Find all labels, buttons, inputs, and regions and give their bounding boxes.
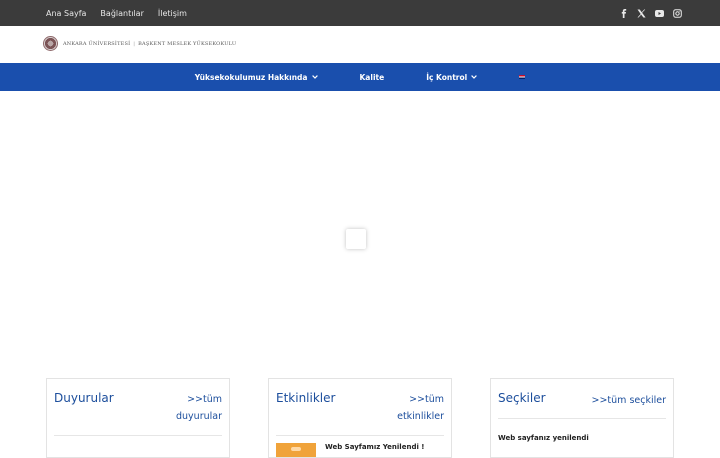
main-nav: Yüksekokulumuz Hakkında Kalite İç Kontro… bbox=[0, 63, 720, 91]
chevron-down-icon bbox=[311, 75, 318, 79]
all-announcements-line1: >>tüm bbox=[187, 394, 222, 405]
logo-bar: ANKARA ÜNİVERSİTESİ | BAŞKENT MESLEK YÜKSE… bbox=[0, 26, 720, 63]
announcements-card: Duyurular >>tüm duyurular bbox=[46, 378, 230, 458]
event-date-mark-icon bbox=[291, 447, 301, 451]
all-announcements-link[interactable]: >>tüm duyurular bbox=[176, 391, 222, 425]
chevron-down-icon bbox=[471, 75, 478, 79]
uk-flag-icon bbox=[519, 75, 526, 79]
hero-slider bbox=[0, 91, 720, 371]
nav-item-quality-label: Kalite bbox=[359, 72, 385, 82]
nav-item-internal-control[interactable]: İç Kontrol bbox=[426, 72, 478, 82]
x-twitter-icon[interactable] bbox=[637, 9, 646, 18]
card-divider bbox=[498, 418, 666, 419]
instagram-icon[interactable] bbox=[673, 8, 682, 18]
logo-separator-icon: | bbox=[133, 40, 136, 47]
youtube-icon[interactable] bbox=[655, 9, 664, 18]
top-link-home[interactable]: Ana Sayfa bbox=[46, 9, 86, 18]
all-picks-link[interactable]: >>tüm seçkiler bbox=[592, 392, 667, 409]
top-link-contact[interactable]: İletişim bbox=[158, 9, 187, 18]
all-events-link[interactable]: >>tüm etkinlikler bbox=[397, 391, 444, 425]
social-links bbox=[619, 0, 682, 26]
top-link-links[interactable]: Bağlantılar bbox=[100, 9, 143, 18]
loading-spinner-icon bbox=[346, 229, 366, 249]
picks-card: Seçkiler >>tüm seçkiler Web sayfanız yen… bbox=[490, 378, 674, 458]
nav-item-about-label: Yüksekokulumuz Hakkında bbox=[194, 72, 308, 82]
logo-school: BAŞKENT MESLEK YÜKSEKOKULU bbox=[138, 40, 237, 47]
nav-item-internal-control-label: İç Kontrol bbox=[426, 72, 468, 82]
card-divider bbox=[276, 435, 444, 436]
university-seal-icon bbox=[43, 36, 58, 51]
nav-item-quality[interactable]: Kalite bbox=[360, 73, 385, 82]
all-events-line1: >>tüm bbox=[409, 394, 444, 405]
logo-text: ANKARA ÜNİVERSİTESİ | BAŞKENT MESLEK YÜKSE… bbox=[63, 41, 236, 47]
site-logo[interactable]: ANKARA ÜNİVERSİTESİ | BAŞKENT MESLEK YÜKSE… bbox=[43, 36, 236, 51]
events-title: Etkinlikler bbox=[276, 391, 336, 405]
top-bar: Ana Sayfa Bağlantılar İletişim bbox=[0, 0, 720, 26]
logo-university: ANKARA ÜNİVERSİTESİ bbox=[63, 40, 131, 47]
all-events-line2: etkinlikler bbox=[397, 411, 444, 422]
announcements-title: Duyurular bbox=[54, 391, 114, 405]
nav-item-language[interactable] bbox=[519, 75, 526, 79]
nav-item-about[interactable]: Yüksekokulumuz Hakkında bbox=[195, 73, 318, 82]
card-divider bbox=[54, 435, 222, 436]
picks-title: Seçkiler bbox=[498, 391, 546, 405]
top-links: Ana Sayfa Bağlantılar İletişim bbox=[46, 0, 201, 26]
facebook-icon[interactable] bbox=[619, 8, 628, 18]
events-card: Etkinlikler >>tüm etkinlikler Web Sayfam… bbox=[268, 378, 452, 458]
all-announcements-line2: duyurular bbox=[176, 411, 222, 422]
nav-items: Yüksekokulumuz Hakkında Kalite İç Kontro… bbox=[0, 63, 720, 91]
event-date-badge bbox=[276, 443, 316, 457]
pick-item-title[interactable]: Web sayfanız yenilendi bbox=[498, 434, 589, 442]
